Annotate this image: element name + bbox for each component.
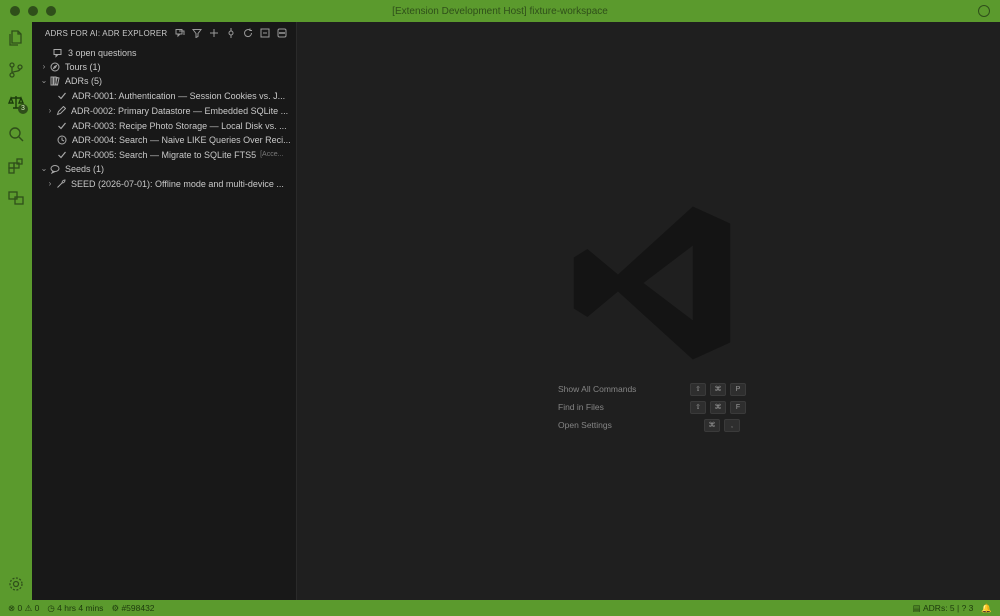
shift-key: ⇧ — [690, 382, 706, 396]
check-icon — [56, 90, 68, 102]
chevron-down-icon: ⌄ — [40, 164, 48, 173]
adr-item-label: ADR-0001: Authentication — Session Cooki… — [72, 90, 286, 101]
comment-icon — [49, 163, 61, 175]
editor-area: Show All Commands ⇧ ⌘ P Find in Files ⇧ … — [297, 22, 1000, 600]
history-icon: ◷ — [47, 602, 55, 613]
window-controls — [10, 6, 56, 16]
shortcut-row[interactable]: Show All Commands ⇧ ⌘ P — [558, 380, 746, 398]
filter-icon[interactable] — [190, 26, 203, 39]
tours-label: Tours (1) — [65, 61, 101, 72]
warning-icon: ⚠ — [24, 602, 33, 613]
search-icon[interactable] — [6, 124, 26, 144]
vscode-logo-icon — [573, 206, 731, 360]
extensions-icon[interactable] — [6, 156, 26, 176]
adr-item[interactable]: ADR-0003: Recipe Photo Storage — Local D… — [32, 118, 320, 133]
bell-icon[interactable]: 🔔 — [981, 603, 992, 614]
adr-item-label: ADR-0002: Primary Datastore — Embedded S… — [71, 105, 289, 116]
adr-status-label: [Acce... — [260, 151, 284, 158]
maximize-window-button[interactable] — [46, 6, 56, 16]
adr-item[interactable]: ADR-0004: Search — Naive LIKE Queries Ov… — [32, 132, 320, 147]
problems-status[interactable]: ⊗ 0 ⚠ 0 — [8, 603, 39, 614]
settings-gear-icon[interactable] — [6, 574, 26, 594]
adr-explorer-sidebar: ADRS FOR AI: ADR EXPLORER 3 open questio… — [32, 22, 297, 600]
shortcut-label: Show All Commands — [558, 384, 637, 394]
adr-badge: 3 — [18, 104, 28, 114]
ellipsis-icon[interactable] — [275, 26, 288, 39]
adr-item[interactable]: ADR-0001: Authentication — Session Cooki… — [32, 88, 320, 103]
refresh-icon[interactable] — [241, 26, 254, 39]
adr-item[interactable]: ADR-0005: Search — Migrate to SQLite FTS… — [32, 147, 320, 162]
seed-item-label: SEED (2026-07-01): Offline mode and mult… — [71, 178, 284, 189]
chevron-right-icon: › — [48, 106, 52, 115]
seed-item[interactable]: › SEED (2026-07-01): Offline mode and mu… — [32, 176, 309, 191]
git-icon: ⚙ — [111, 602, 120, 613]
error-icon: ⊗ — [8, 602, 16, 613]
adr-item-label: ADR-0005: Search — Migrate to SQLite FTS… — [72, 149, 257, 160]
commit-label: #598432 — [121, 603, 155, 613]
pencil-icon — [55, 105, 67, 117]
open-questions-label: 3 open questions — [68, 47, 137, 58]
adrs-label: ADRs (5) — [65, 75, 103, 86]
comma-key: , — [724, 418, 740, 432]
shortcut-row[interactable]: Open Settings ⌘ , — [558, 416, 746, 434]
command-key: ⌘ — [704, 418, 720, 432]
add-icon[interactable] — [207, 26, 220, 39]
command-key: ⌘ — [710, 400, 726, 414]
open-questions-item[interactable]: 3 open questions — [32, 45, 316, 60]
chevron-down-icon: ⌄ — [40, 76, 48, 85]
clock-icon — [56, 134, 68, 146]
minimize-window-button[interactable] — [28, 6, 38, 16]
adrs-group[interactable]: ⌄ ADRs (5) — [32, 73, 303, 88]
adr-item[interactable]: › ADR-0002: Primary Datastore — Embedded… — [32, 103, 309, 118]
adr-item-label: ADR-0003: Recipe Photo Storage — Local D… — [72, 120, 287, 131]
source-control-icon[interactable] — [6, 60, 26, 80]
close-window-button[interactable] — [10, 6, 20, 16]
git-commit-icon[interactable] — [224, 26, 237, 39]
check-icon — [56, 149, 68, 161]
seeds-label: Seeds (1) — [65, 163, 105, 174]
check-icon — [56, 120, 68, 132]
tours-group[interactable]: › Tours (1) — [32, 59, 303, 74]
remote-icon[interactable] — [6, 188, 26, 208]
comment-discussion-icon[interactable] — [173, 26, 186, 39]
welcome-shortcuts: Show All Commands ⇧ ⌘ P Find in Files ⇧ … — [558, 380, 746, 434]
title-bar: [Extension Development Host] fixture-wor… — [0, 0, 1000, 22]
seeds-group[interactable]: ⌄ Seeds (1) — [32, 161, 303, 176]
shortcut-row[interactable]: Find in Files ⇧ ⌘ F — [558, 398, 746, 416]
sprout-icon — [55, 178, 67, 190]
sidebar-actions — [173, 26, 288, 39]
shortcut-label: Find in Files — [558, 402, 604, 412]
window-title: [Extension Development Host] fixture-wor… — [392, 5, 608, 17]
library-icon — [49, 75, 61, 87]
error-count: 0 — [17, 603, 23, 613]
activity-bar: 3 — [0, 22, 32, 600]
adrs-status-label: ADRs: 5 | ? 3 — [923, 603, 974, 613]
letter-key: F — [730, 400, 746, 414]
chevron-right-icon: › — [42, 62, 46, 71]
accounts-icon[interactable] — [978, 5, 990, 17]
adr-item-label: ADR-0004: Search — Naive LIKE Queries Ov… — [72, 134, 291, 145]
comment-icon — [52, 47, 64, 59]
commit-status[interactable]: ⚙ #598432 — [111, 603, 154, 614]
time-label: 4 hrs 4 mins — [57, 603, 104, 613]
warning-count: 0 — [34, 603, 40, 613]
shortcut-label: Open Settings — [558, 420, 612, 430]
shift-key: ⇧ — [690, 400, 706, 414]
status-bar: ⊗ 0 ⚠ 0 ◷ 4 hrs 4 mins ⚙ #598432 ▤ ADRs:… — [0, 600, 1000, 616]
chevron-right-icon: › — [48, 179, 52, 188]
compass-icon — [49, 61, 61, 73]
adrs-status[interactable]: ▤ ADRs: 5 | ? 3 — [913, 603, 974, 614]
time-status[interactable]: ◷ 4 hrs 4 mins — [47, 603, 103, 614]
explorer-icon[interactable] — [6, 28, 26, 48]
file-icon: ▤ — [912, 602, 921, 613]
collapse-icon[interactable] — [258, 26, 271, 39]
command-key: ⌘ — [710, 382, 726, 396]
adr-explorer-icon[interactable]: 3 — [6, 92, 28, 114]
letter-key: P — [730, 382, 746, 396]
